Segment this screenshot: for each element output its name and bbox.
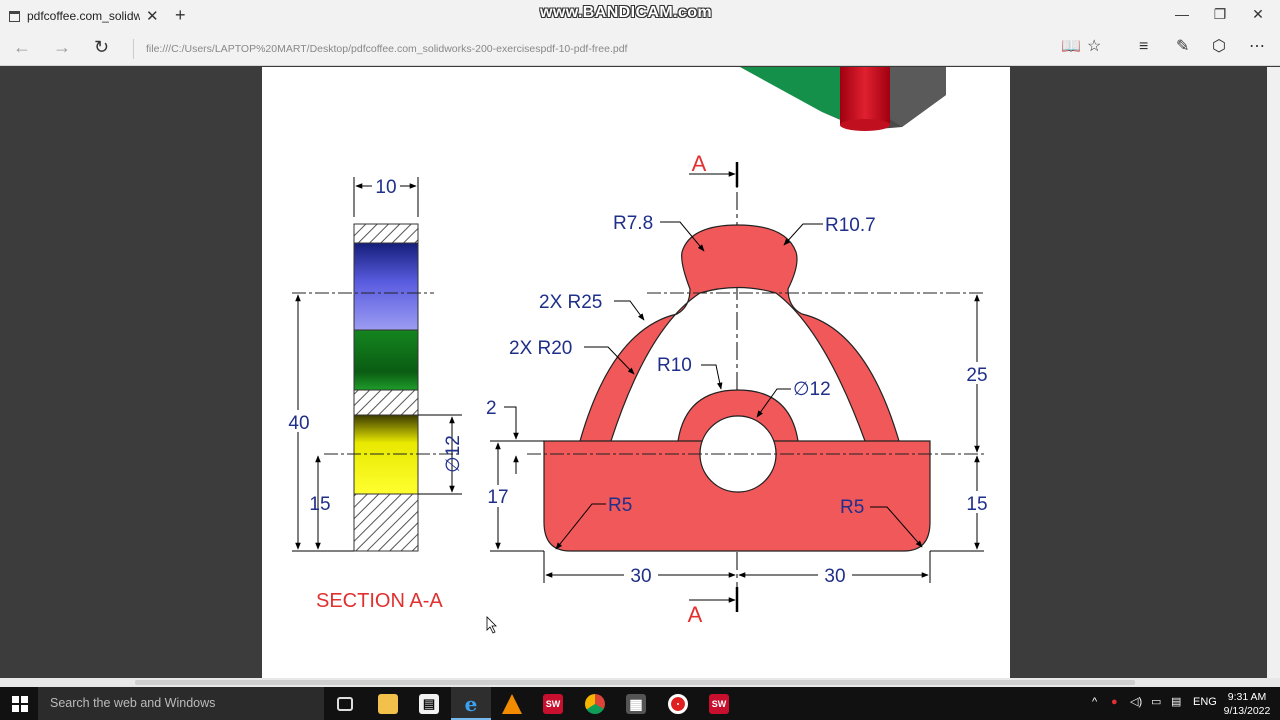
reading-view-icon[interactable]: 📖 bbox=[1061, 39, 1081, 55]
solidworks-2018-icon[interactable]: SW bbox=[709, 694, 729, 714]
tab-title: pdfcoffee.com_solidwork bbox=[27, 9, 140, 23]
radius-r5-left-label: R5 bbox=[608, 495, 632, 516]
show-hidden-icons-icon[interactable]: ^ bbox=[1092, 697, 1097, 708]
horizontal-scroll-thumb[interactable] bbox=[135, 680, 1135, 685]
edge-icon[interactable]: e bbox=[461, 694, 481, 714]
dim-30-left-label: 30 bbox=[630, 566, 651, 587]
notifications-icon[interactable]: ▤ bbox=[1171, 697, 1181, 708]
taskbar-search-box[interactable]: Search the web and Windows bbox=[38, 687, 324, 720]
store-icon[interactable]: ▤ bbox=[419, 694, 439, 714]
windows-start-icon[interactable] bbox=[12, 696, 28, 712]
minimize-button[interactable]: — bbox=[1172, 6, 1192, 22]
engineering-drawing: 10 40 15 ∅12 SECTION A-A A A R7.8 R10.7 … bbox=[284, 67, 992, 634]
section-hole-dia-dim: ∅12 bbox=[443, 435, 464, 473]
hub-icon[interactable]: ≡ bbox=[1139, 39, 1148, 55]
back-button[interactable]: ← bbox=[13, 38, 31, 56]
refresh-button[interactable]: ↻ bbox=[94, 38, 109, 56]
horizontal-scrollbar[interactable] bbox=[0, 678, 1280, 687]
vlc-icon[interactable] bbox=[502, 694, 522, 714]
dim-30-right-label: 30 bbox=[824, 566, 845, 587]
page-icon bbox=[9, 10, 20, 22]
file-explorer-icon[interactable] bbox=[378, 694, 398, 714]
dim-15-label: 15 bbox=[966, 494, 987, 515]
clock-date: 9/13/2022 bbox=[1223, 705, 1271, 717]
title-bar: pdfcoffee.com_solidwork ✕ + www.BANDICAM… bbox=[0, 0, 1280, 32]
volume-icon[interactable]: ◁) bbox=[1130, 697, 1142, 708]
browser-tab[interactable]: pdfcoffee.com_solidwork ✕ bbox=[0, 0, 168, 32]
restore-button[interactable]: ❐ bbox=[1210, 6, 1230, 23]
calculator-icon[interactable]: ▦ bbox=[626, 694, 646, 714]
section-marker-top: A bbox=[692, 151, 707, 176]
dim-25-label: 25 bbox=[966, 365, 987, 386]
tab-close-icon[interactable]: ✕ bbox=[146, 9, 159, 24]
vertical-scrollbar[interactable] bbox=[1267, 67, 1280, 678]
solidworks-icon[interactable]: SW bbox=[543, 694, 563, 714]
share-icon[interactable]: ⬡ bbox=[1212, 39, 1226, 55]
forward-button[interactable]: → bbox=[53, 38, 71, 56]
web-note-icon[interactable]: ✎ bbox=[1176, 39, 1189, 55]
dim-17-label: 17 bbox=[487, 487, 508, 508]
front-view: A A R7.8 R10.7 2X R25 2X R20 R10 ∅12 R5 … bbox=[484, 151, 992, 627]
pdf-viewer[interactable]: 10 40 15 ∅12 SECTION A-A A A R7.8 R10.7 … bbox=[0, 67, 1280, 678]
close-window-button[interactable]: ✕ bbox=[1248, 6, 1268, 23]
task-view-icon[interactable] bbox=[337, 697, 353, 711]
chrome-icon[interactable] bbox=[585, 694, 605, 714]
more-icon[interactable]: ⋯ bbox=[1249, 39, 1265, 55]
section-width-dim: 10 bbox=[375, 177, 396, 198]
radius-r20-label: 2X R20 bbox=[509, 338, 572, 359]
bandicam-tray-icon[interactable]: ● bbox=[1111, 697, 1118, 708]
language-indicator[interactable]: ENG bbox=[1193, 697, 1217, 708]
clock[interactable]: 9:31 AM 9/13/2022 bbox=[1222, 690, 1272, 718]
radius-r10-label: R10 bbox=[657, 355, 692, 376]
bandicam-icon[interactable] bbox=[668, 694, 688, 714]
recording-watermark: www.BANDICAM.com bbox=[540, 4, 713, 21]
favorite-star-icon[interactable]: ☆ bbox=[1087, 39, 1101, 55]
hole-dia-label: ∅12 bbox=[793, 379, 831, 400]
radius-r10-7-label: R10.7 bbox=[825, 215, 876, 236]
dim-2-label: 2 bbox=[486, 398, 497, 419]
mouse-cursor bbox=[486, 616, 497, 634]
radius-r7-8-label: R7.8 bbox=[613, 213, 653, 234]
address-bar[interactable]: file:///C:/Users/LAPTOP%20MART/Desktop/p… bbox=[133, 39, 1033, 59]
taskbar: Search the web and Windows ▤ e SW ▦ SW ^… bbox=[0, 687, 1280, 720]
section-center-dim: 15 bbox=[309, 494, 330, 515]
pdf-page: 10 40 15 ∅12 SECTION A-A A A R7.8 R10.7 … bbox=[262, 67, 1010, 678]
radius-r5-right-label: R5 bbox=[840, 497, 864, 518]
battery-icon[interactable]: ▭ bbox=[1151, 697, 1161, 708]
section-height-dim: 40 bbox=[288, 413, 309, 434]
section-label: SECTION A-A bbox=[316, 590, 443, 612]
isometric-model-preview bbox=[740, 67, 946, 131]
radius-r25-label: 2X R25 bbox=[539, 292, 602, 313]
navigation-bar: ← → ↻ file:///C:/Users/LAPTOP%20MART/Des… bbox=[0, 32, 1280, 66]
section-view: 10 40 15 ∅12 SECTION A-A bbox=[284, 175, 464, 612]
clock-time: 9:31 AM bbox=[1227, 691, 1267, 703]
new-tab-button[interactable]: + bbox=[175, 6, 186, 24]
section-marker-bottom: A bbox=[688, 602, 703, 627]
